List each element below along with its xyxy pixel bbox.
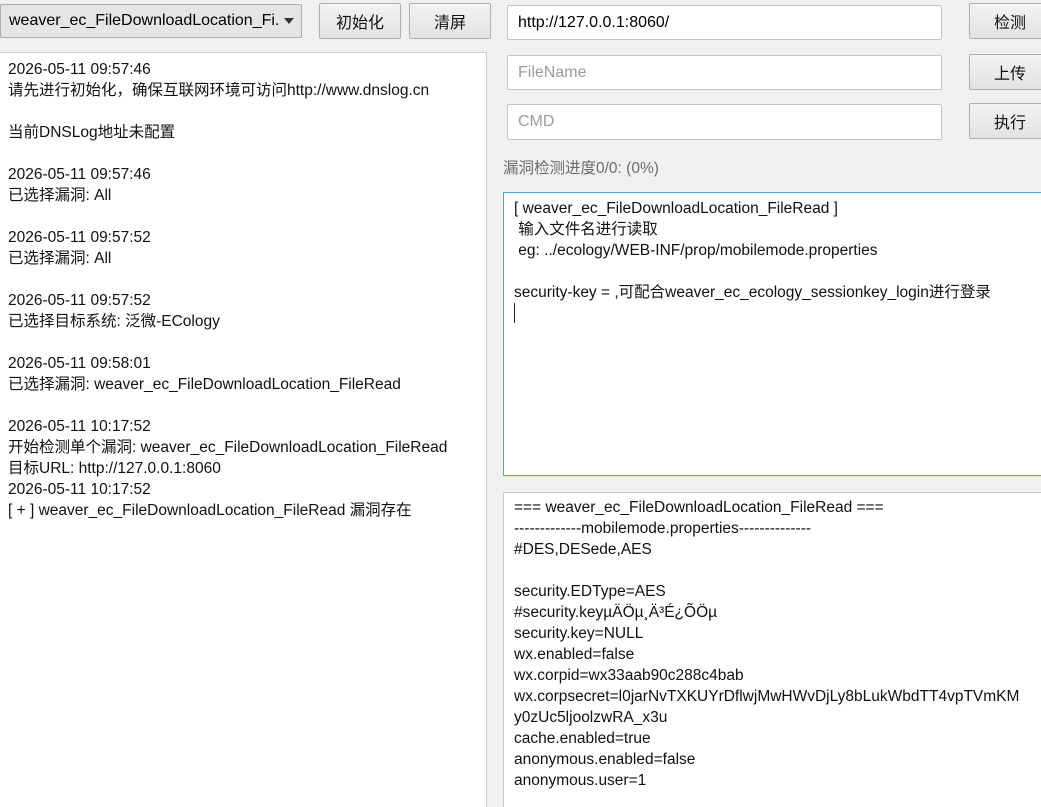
log-line: 目标URL: http://127.0.0.1:8060 xyxy=(8,460,221,477)
cmd-field[interactable] xyxy=(507,104,942,140)
result-line: anonymous.user=1 xyxy=(514,772,647,789)
result-line: cache.enabled=true xyxy=(514,730,651,747)
info-line: [ weaver_ec_FileDownloadLocation_FileRea… xyxy=(514,200,838,217)
info-line: eg: ../ecology/WEB-INF/prop/mobilemode.p… xyxy=(514,242,878,259)
result-output[interactable]: === weaver_ec_FileDownloadLocation_FileR… xyxy=(503,492,1041,807)
result-line: wx.corpid=wx33aab90c288c4bab xyxy=(514,667,744,684)
url-input[interactable] xyxy=(518,13,941,32)
log-line: 当前DNSLog地址未配置 xyxy=(8,124,176,141)
log-line: 2026-05-11 09:58:01 xyxy=(8,355,151,372)
result-line: #security.keyµÄÖµ¸Ä³É¿ÕÖµ xyxy=(514,604,718,621)
result-line xyxy=(514,560,1041,581)
result-line: security.key=NULL xyxy=(514,625,644,642)
result-line: y0zUc5ljoolzwRA_x3u xyxy=(514,709,668,726)
log-line: 2026-05-11 10:17:52 xyxy=(8,418,151,435)
log-line: 已选择漏洞: All xyxy=(8,250,112,267)
cmd-input[interactable] xyxy=(518,113,941,131)
filename-input[interactable] xyxy=(518,63,941,82)
log-line: 2026-05-11 09:57:52 xyxy=(8,229,151,246)
result-line: #DES,DESede,AES xyxy=(514,541,652,558)
vuln-select[interactable]: weaver_ec_FileDownloadLocation_Fi... xyxy=(0,4,302,38)
text-cursor xyxy=(514,303,515,323)
vuln-select-value: weaver_ec_FileDownloadLocation_Fi... xyxy=(9,12,280,29)
result-line: wx.enabled=false xyxy=(514,646,635,663)
result-line: wx.corpsecret=l0jarNvTXKUYrDflwjMwHWvDjL… xyxy=(514,688,1020,705)
result-line: -------------mobilemode.properties------… xyxy=(514,520,812,537)
info-line xyxy=(514,261,1041,282)
log-line: 请先进行初始化，确保互联网环境可访问http://www.dnslog.cn xyxy=(8,82,430,99)
log-line: [ + ] weaver_ec_FileDownloadLocation_Fil… xyxy=(8,502,412,519)
log-output[interactable]: 2026-05-11 09:57:46 请先进行初始化，确保互联网环境可访问htt… xyxy=(0,52,487,807)
info-line: 输入文件名进行读取 xyxy=(514,221,658,238)
log-line: 2026-05-11 10:17:52 xyxy=(8,481,151,498)
exec-button[interactable]: 执行 xyxy=(969,103,1041,139)
log-line: 已选择漏洞: All xyxy=(8,187,112,204)
chevron-down-icon xyxy=(284,18,294,24)
log-line: 已选择漏洞: weaver_ec_FileDownloadLocation_Fi… xyxy=(8,376,401,393)
log-line: 2026-05-11 09:57:46 xyxy=(8,61,151,78)
info-textarea[interactable]: [ weaver_ec_FileDownloadLocation_FileRea… xyxy=(503,192,1041,476)
log-line: 2026-05-11 09:57:52 xyxy=(8,292,151,309)
url-field[interactable] xyxy=(507,5,942,40)
log-line: 开始检测单个漏洞: weaver_ec_FileDownloadLocation… xyxy=(8,439,448,456)
progress-label: 漏洞检测进度0/0: (0%) xyxy=(503,160,659,177)
result-line: security.EDType=AES xyxy=(514,583,666,600)
clear-button[interactable]: 清屏 xyxy=(409,3,491,39)
info-line: security-key = ,可配合weaver_ec_ecology_ses… xyxy=(514,284,991,301)
log-line: 已选择目标系统: 泛微-ECology xyxy=(8,313,220,330)
log-line: 2026-05-11 09:57:46 xyxy=(8,166,151,183)
result-line: === weaver_ec_FileDownloadLocation_FileR… xyxy=(514,499,884,516)
init-button[interactable]: 初始化 xyxy=(319,3,401,39)
result-line: anonymous.enabled=false xyxy=(514,751,696,768)
filename-field[interactable] xyxy=(507,55,942,90)
upload-button[interactable]: 上传 xyxy=(969,54,1041,90)
check-button[interactable]: 检测 xyxy=(969,3,1041,39)
